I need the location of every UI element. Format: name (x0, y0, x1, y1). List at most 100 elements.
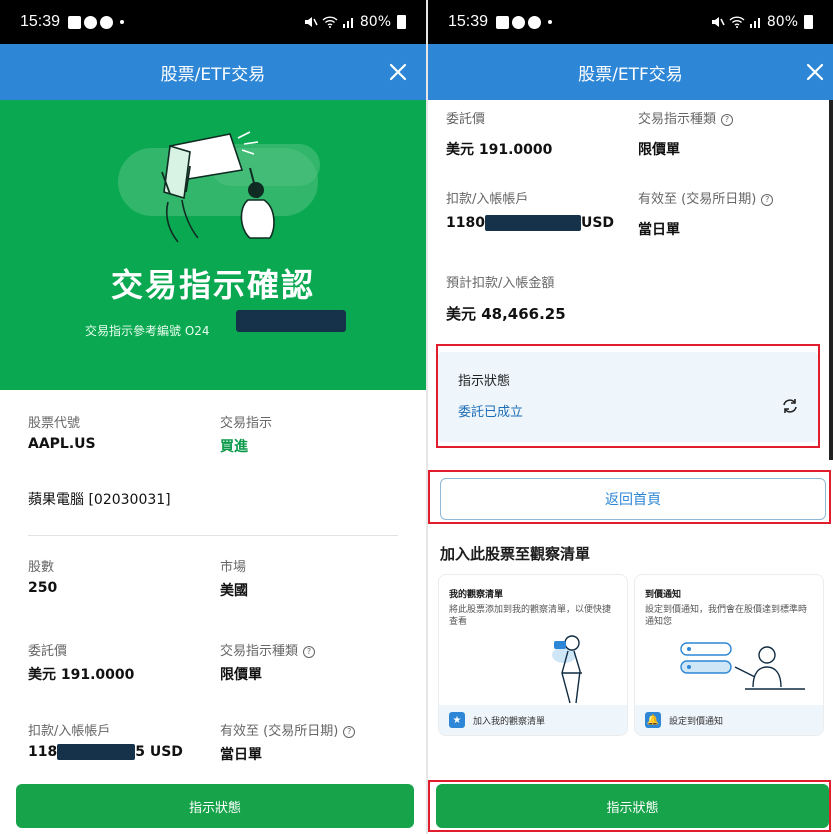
price-alert-card[interactable]: 到價通知 設定到價通知，我們會在股價達到標準時通知您 🔔 設定到價通知 (634, 574, 824, 736)
celebration-illustration (118, 131, 320, 243)
valid-until-label: 有效至 (交易所日期) (220, 724, 339, 739)
scrollbar[interactable] (829, 100, 833, 460)
stock-code-value: AAPL.US (28, 436, 96, 452)
account-prefix: 118 (28, 744, 58, 760)
status-right: 80% (711, 14, 813, 30)
detail-row-account: 扣款/入帳帳戶 1180 USD 有效至 (交易所日期)? 當日單 (446, 188, 815, 238)
stock-name-row: 蘋果電腦 [02030031] (28, 484, 398, 509)
price-label: 委託價 (446, 112, 486, 127)
redacted-account (484, 215, 581, 231)
valid-until-value: 當日單 (220, 747, 262, 763)
phone-right: 15:39 80% 股票/ETF交易 委託價 美元 191.0000 交易指示種… (428, 0, 833, 834)
price-label: 委託價 (28, 644, 68, 659)
detail-row-stock: 股票代號 AAPL.US 交易指示 買進 (28, 412, 398, 455)
more-dot-icon (548, 20, 553, 24)
stock-code-label: 股票代號 (28, 416, 81, 431)
gallery-icon (496, 15, 510, 29)
shares-value: 250 (28, 580, 58, 596)
help-icon[interactable]: ? (721, 113, 734, 126)
status-time: 15:39 (448, 13, 489, 30)
add-watchlist-action[interactable]: ★ 加入我的觀察清單 (439, 705, 627, 735)
order-type-label: 交易指示種類 (220, 644, 299, 659)
person-alert-illustration (680, 642, 805, 690)
account-suffix: USD (580, 215, 615, 231)
battery-percent: 80% (766, 14, 798, 30)
battery-percent: 80% (359, 14, 391, 30)
account-prefix: 1180 (446, 215, 485, 231)
help-icon[interactable]: ? (303, 645, 316, 658)
close-icon[interactable] (801, 58, 829, 86)
page-title: 股票/ETF交易 (160, 64, 266, 85)
reference-number-label: 交易指示參考編號 O24 (85, 324, 210, 338)
order-type-label: 交易指示種類 (638, 112, 717, 127)
help-icon[interactable]: ? (761, 193, 774, 206)
set-price-alert-label: 設定到價通知 (669, 716, 724, 727)
redacted-reference (236, 310, 346, 332)
valid-until-value: 當日單 (638, 222, 680, 238)
detail-row-shares: 股數 250 市場 美國 (28, 556, 398, 599)
wifi-icon (729, 16, 745, 28)
price-value: 美元 191.0000 (446, 142, 553, 158)
person-binoculars-illustration (552, 635, 582, 704)
account-suffix: 5 USD (135, 744, 183, 760)
order-type-value: 限價單 (220, 667, 262, 683)
phone-left: 15:39 80% 股票/ETF交易 交易指示確認 交易指示參考編號 O24 股… (0, 0, 426, 834)
instruction-label: 交易指示 (220, 416, 273, 431)
help-icon[interactable]: ? (343, 725, 356, 738)
order-details-card: 股票代號 AAPL.US 交易指示 買進 蘋果電腦 [02030031] 股數 … (10, 390, 416, 780)
more-dot-icon (120, 20, 125, 24)
highlight-box (428, 780, 831, 832)
app-bar: 股票/ETF交易 (0, 44, 426, 100)
wifi-icon (322, 16, 338, 28)
watchlist-card-title: 我的觀察清單 (449, 590, 504, 600)
instruction-status-button[interactable]: 指示狀態 (16, 784, 414, 828)
set-price-alert-action[interactable]: 🔔 設定到價通知 (635, 705, 823, 735)
amount-value: 美元 48,466.25 (446, 305, 566, 323)
status-bar: 15:39 80% (428, 0, 833, 44)
mute-icon (304, 17, 318, 27)
bell-icon: 🔔 (645, 712, 661, 728)
page-title: 股票/ETF交易 (578, 64, 683, 85)
detail-row-amount: 預計扣款/入帳金額 美元 48,466.25 (446, 272, 815, 324)
highlight-box (436, 344, 820, 448)
notification-icons (496, 15, 553, 29)
status-time: 15:39 (20, 13, 61, 30)
gallery-icon (68, 15, 82, 29)
signal-icon (749, 18, 760, 28)
valid-until-label: 有效至 (交易所日期) (638, 192, 757, 207)
redacted-account (57, 744, 136, 760)
highlight-box (428, 470, 831, 524)
detail-row-price: 委託價 美元 191.0000 交易指示種類? 限價單 (446, 108, 815, 159)
status-bar: 15:39 80% (0, 0, 426, 44)
watchlist-card[interactable]: 我的觀察清單 將此股票添加到我的觀察清單，以便快捷查看 ★ 加入我的觀察清單 (438, 574, 628, 736)
battery-icon (804, 15, 813, 29)
add-watchlist-label: 加入我的觀察清單 (473, 716, 546, 727)
app-notification-icon (100, 15, 114, 29)
price-alert-card-desc: 設定到價通知，我們會在股價達到標準時通知您 (645, 605, 808, 628)
market-value: 美國 (220, 583, 248, 599)
detail-row-account: 扣款/入帳帳戶 118 5 USD 有效至 (交易所日期)? 當日單 (28, 720, 398, 763)
notification-icons (68, 15, 125, 29)
shares-label: 股數 (28, 560, 55, 575)
mute-icon (711, 17, 725, 27)
watchlist-card-desc: 將此股票添加到我的觀察清單，以便快捷查看 (449, 605, 612, 628)
watchlist-section-title: 加入此股票至觀察清單 (440, 545, 591, 563)
detail-row-price: 委託價 美元 191.0000 交易指示種類? 限價單 (28, 640, 398, 684)
app-notification-icon (84, 15, 98, 29)
battery-icon (397, 15, 406, 29)
close-icon[interactable] (384, 58, 412, 86)
signal-icon (342, 18, 353, 28)
order-type-value: 限價單 (638, 142, 680, 158)
market-label: 市場 (220, 560, 247, 575)
stock-name: 蘋果電腦 [02030031] (28, 492, 171, 508)
star-icon: ★ (449, 712, 465, 728)
amount-label: 預計扣款/入帳金額 (446, 276, 555, 291)
confirmation-hero: 交易指示確認 交易指示參考編號 O24 (0, 100, 426, 390)
price-alert-card-title: 到價通知 (645, 590, 682, 600)
divider (28, 535, 398, 536)
screenshot-stage: 15:39 80% 股票/ETF交易 交易指示確認 交易指示參考編號 O24 股… (0, 0, 833, 834)
app-notification-icon (528, 15, 542, 29)
instruction-value: 買進 (220, 439, 248, 455)
app-notification-icon (512, 15, 526, 29)
confirmation-title: 交易指示確認 (110, 266, 315, 304)
